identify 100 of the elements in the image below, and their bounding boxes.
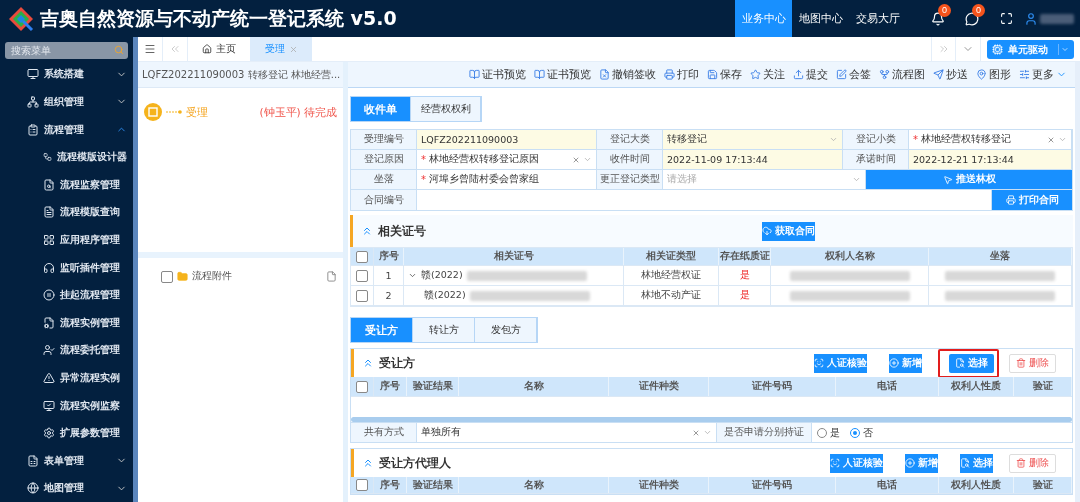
toolbar-button[interactable]: 提交 (789, 67, 832, 82)
sidebar-subitem[interactable]: 异常流程实例 (0, 364, 133, 392)
field-label: 承诺时间 (843, 150, 909, 169)
toolbar-button[interactable]: 打印 (660, 67, 703, 82)
sidebar-item[interactable]: 地图管理 (0, 474, 133, 502)
warning-icon (43, 371, 55, 384)
scrollbar[interactable] (351, 417, 1072, 422)
double-chevron-icon (169, 43, 181, 55)
caret-icon[interactable] (408, 271, 417, 280)
nav-tab[interactable]: 交易大厅 (849, 0, 906, 37)
sidebar-subitem[interactable]: 流程监察管理 (0, 170, 133, 199)
required-mark: * (421, 174, 426, 185)
network-icon (27, 95, 39, 108)
delete-button[interactable]: 删除 (1009, 453, 1056, 473)
sidebar-subitem[interactable]: 流程实例管理 (0, 308, 133, 337)
sidebar-subitem[interactable]: 流程实例监察 (0, 391, 133, 420)
user-check-icon (43, 344, 55, 357)
collapse-icon[interactable] (361, 225, 373, 237)
face-scan-icon (830, 458, 840, 468)
party-tab[interactable]: 发包方 (475, 318, 537, 342)
count-badge: 0 (938, 3, 951, 17)
printer-icon (1005, 195, 1016, 205)
column-header: 验证结果 (407, 477, 459, 493)
book-icon (469, 69, 480, 80)
nav-tab[interactable]: 地图中心 (792, 0, 849, 37)
sidebar-subitem[interactable]: 流程委托管理 (0, 336, 133, 365)
dotted-connector (166, 110, 182, 114)
document-icon (43, 206, 55, 219)
dropdown-icon (829, 135, 838, 144)
radio-option[interactable]: 否 (845, 423, 878, 442)
delete-button[interactable]: 删除 (1009, 353, 1056, 373)
column-header: 证件号码 (709, 477, 836, 493)
section-title: 相关证号 (378, 223, 426, 239)
checkbox[interactable] (356, 250, 368, 263)
document-x-icon (599, 69, 610, 80)
toolbar-button[interactable]: 图形 (972, 67, 1015, 82)
sidebar-subitem[interactable]: 流程模版设计器 (0, 143, 133, 171)
home-icon (202, 44, 212, 54)
radio-option[interactable]: 是 (812, 423, 845, 442)
toolbar-button[interactable]: 流程图 (875, 67, 929, 82)
search-field[interactable]: 搜索菜单 (5, 42, 128, 59)
toolbar-button[interactable]: 更多 (1015, 67, 1071, 82)
toolbar-button[interactable]: 证书预览 (530, 67, 595, 82)
dropdown-icon (703, 428, 712, 437)
toolbar-button[interactable]: 抄送 (929, 67, 972, 82)
column-header: 证件号码 (709, 377, 836, 396)
toolbar-button[interactable]: 会签 (832, 67, 875, 82)
field-label: 登记大类 (597, 130, 663, 149)
star-icon (750, 69, 761, 80)
form-tab[interactable]: 经营权权利 (411, 97, 481, 121)
grid-icon (43, 233, 55, 246)
input-field[interactable]: LQFZ202211090003 (417, 130, 597, 149)
trash-icon (1016, 458, 1026, 468)
checkbox[interactable] (161, 270, 173, 283)
table-cell: 林地经营权证 (624, 266, 719, 285)
settings-icon (43, 427, 55, 440)
checkbox[interactable] (356, 269, 368, 282)
toolbar-button[interactable]: 保存 (703, 67, 746, 82)
blurred-username (1040, 13, 1074, 24)
trash-icon (1016, 358, 1026, 368)
double-chevron-icon (937, 43, 950, 55)
map-pin-icon (976, 69, 987, 80)
toolbar-button[interactable]: 关注 (746, 67, 789, 82)
column-header: 名称 (459, 377, 609, 396)
collapse-icon[interactable] (362, 457, 374, 469)
field-label: 坐落 (351, 170, 417, 189)
cloud-icon (762, 226, 772, 236)
sidebar-item[interactable]: 组织管理 (0, 88, 133, 116)
face-scan-icon (814, 358, 824, 368)
upload-icon (793, 69, 804, 80)
file-icon[interactable] (326, 271, 337, 282)
party-tab[interactable]: 转让方 (413, 318, 475, 342)
attachment-label: 流程附件 (192, 270, 232, 283)
sidebar-item[interactable]: 系统搭建 (0, 60, 133, 89)
sidebar-subitem[interactable]: 监听插件管理 (0, 253, 133, 282)
sidebar-subitem[interactable]: 应用程序管理 (0, 226, 133, 254)
sidebar-item[interactable]: 流程管理 (0, 115, 133, 144)
sliders-icon (1019, 69, 1030, 80)
clipboard-icon (27, 123, 39, 136)
checkbox[interactable] (356, 479, 368, 491)
input-field[interactable]: 2022-12-21 17:13:44 (909, 150, 1072, 169)
field-label: 更正登记类型 (597, 170, 663, 189)
checkbox[interactable] (356, 289, 368, 302)
sidebar-subitem[interactable]: 流程模版查询 (0, 198, 133, 227)
toolbar-button[interactable]: 撤销签收 (595, 67, 660, 82)
select-field[interactable]: 转移登记 (663, 130, 843, 149)
sidebar-subitem[interactable]: 扩展参数管理 (0, 419, 133, 447)
section-title: 受让方 (379, 355, 415, 371)
user-icon[interactable] (1024, 11, 1038, 26)
column-header: 相关证号 (404, 248, 624, 265)
dropdown-icon (1058, 135, 1067, 144)
input-field[interactable]: 2022-11-09 17:13:44 (663, 150, 843, 169)
table-cell: 是 (719, 286, 771, 305)
collapse-icon[interactable] (362, 357, 374, 369)
checkbox[interactable] (356, 380, 368, 393)
search-input[interactable]: 搜索菜单 (9, 43, 114, 57)
logo-icon (8, 5, 34, 32)
sidebar-subitem[interactable]: 挂起流程管理 (0, 281, 133, 309)
toolbar-button[interactable]: 证书预览 (465, 67, 530, 82)
sidebar-item[interactable]: 表单管理 (0, 446, 133, 475)
